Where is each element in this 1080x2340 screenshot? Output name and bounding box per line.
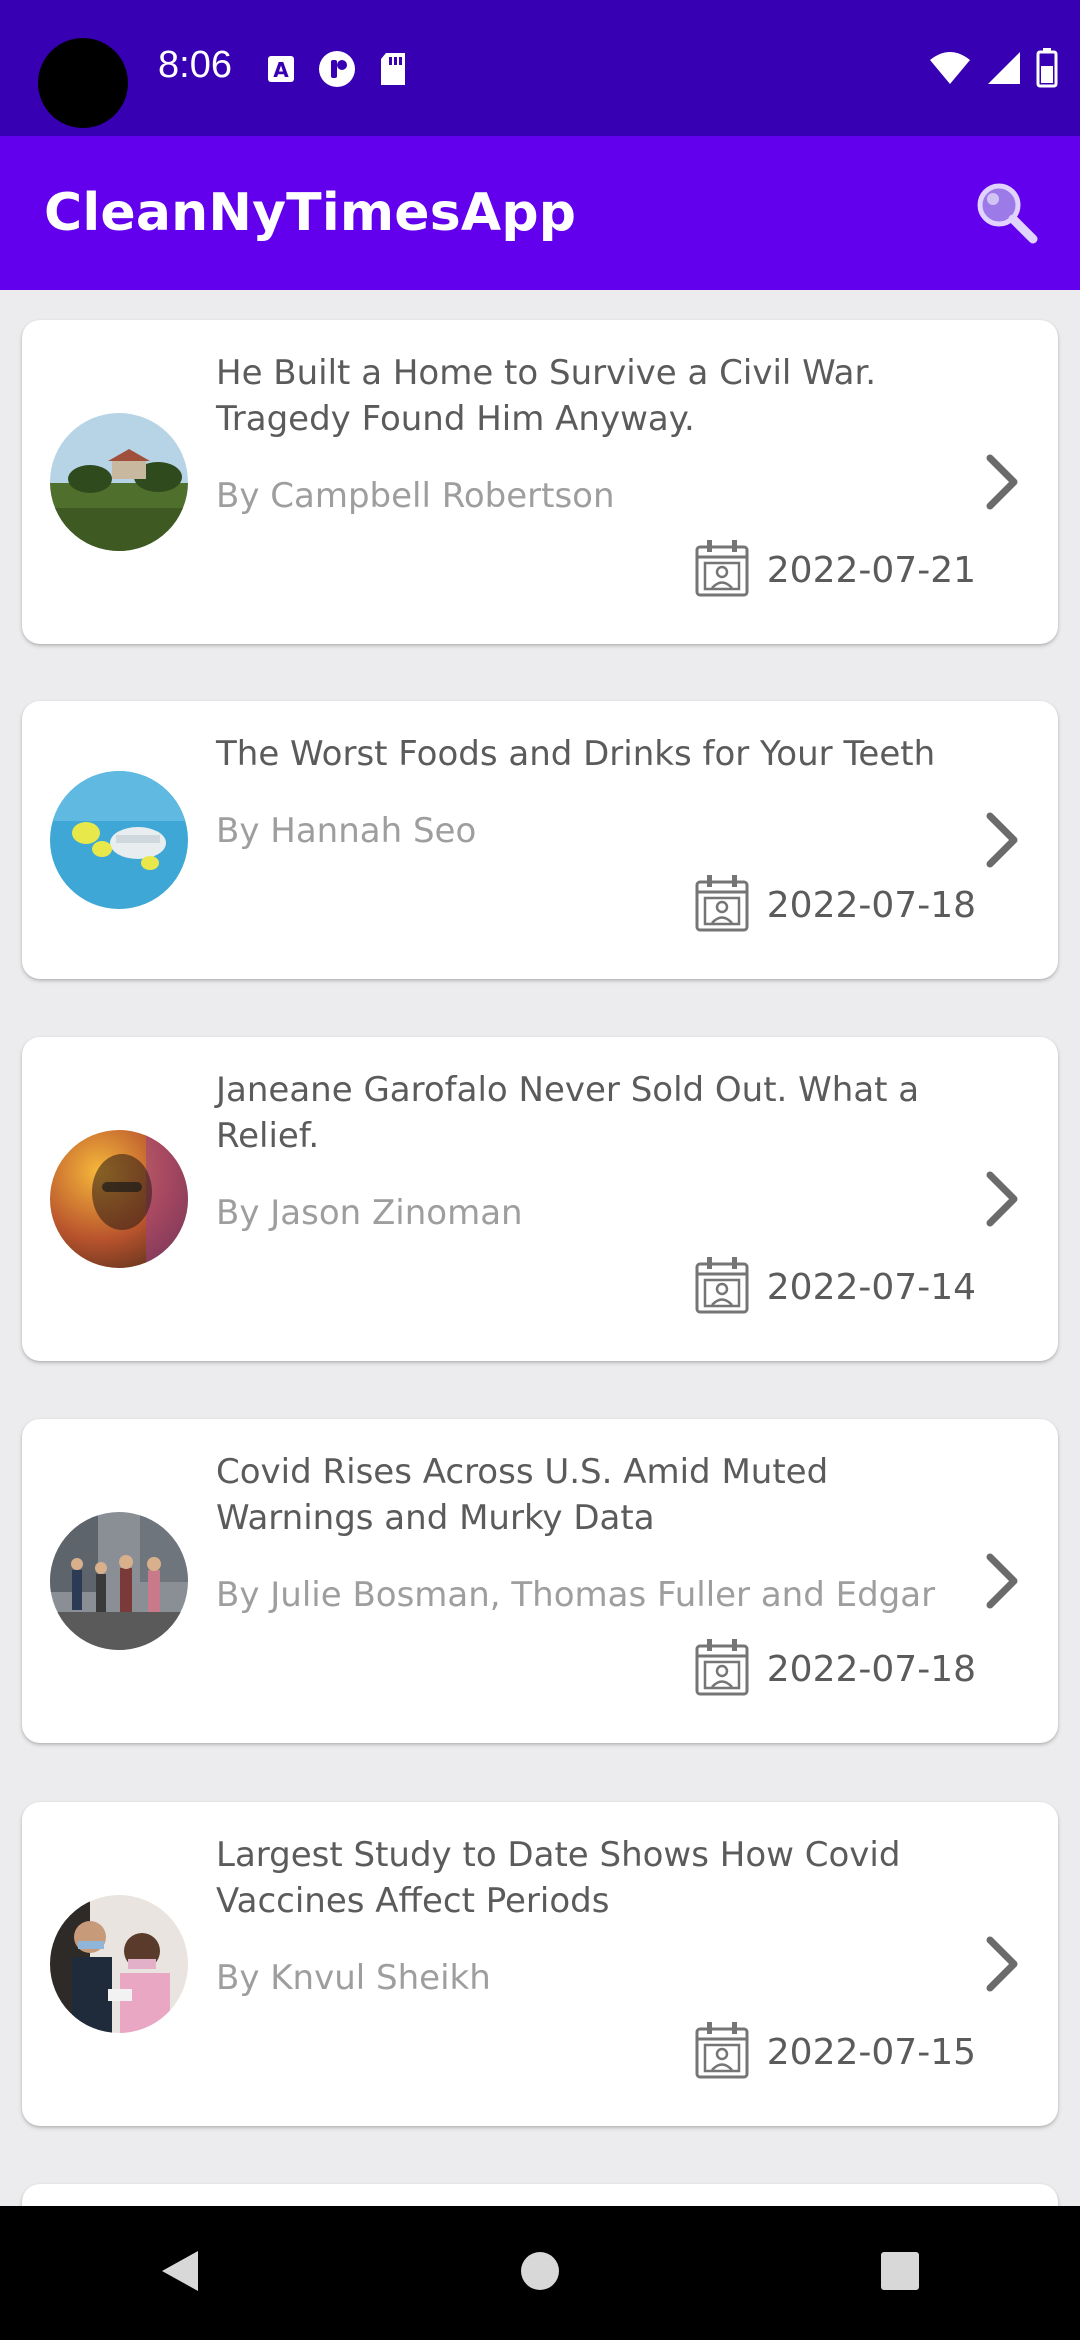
calendar-icon — [693, 2019, 751, 2086]
chevron-right-icon[interactable] — [982, 810, 1022, 870]
article-thumbnail — [50, 1895, 188, 2033]
article-card[interactable]: Largest Study to Date Shows How Covid Va… — [22, 1802, 1058, 2126]
calendar-icon — [693, 1254, 751, 1321]
paint-icon — [318, 50, 356, 93]
article-date: 2022-07-18 — [766, 1649, 976, 1690]
a-badge-icon: A — [266, 54, 296, 89]
article-thumbnail — [50, 1512, 188, 1650]
chevron-right-icon[interactable] — [982, 1551, 1022, 1611]
article-date: 2022-07-15 — [766, 2032, 976, 2073]
calendar-icon — [693, 1636, 751, 1703]
system-nav-bar — [0, 2206, 1080, 2340]
article-thumbnail — [50, 771, 188, 909]
recents-icon — [879, 2250, 921, 2297]
home-icon — [519, 2250, 561, 2297]
article-date-row: 2022-07-14 — [693, 1254, 976, 1321]
app-bar: CleanNyTimesApp — [0, 136, 1080, 290]
chevron-right-icon[interactable] — [982, 1934, 1022, 1994]
article-byline: By Jason Zinoman — [216, 1193, 523, 1233]
wifi-icon — [928, 50, 972, 91]
article-card[interactable]: Covid Rises Across U.S. Amid Muted Warni… — [22, 1419, 1058, 1743]
signal-icon — [986, 50, 1022, 91]
article-byline: By Julie Bosman, Thomas Fuller and Edgar — [216, 1575, 936, 1615]
article-card[interactable] — [22, 2184, 1058, 2206]
article-card[interactable]: He Built a Home to Survive a Civil War. … — [22, 320, 1058, 644]
calendar-icon — [693, 872, 751, 939]
app-title: CleanNyTimesApp — [44, 183, 577, 243]
camera-cutout — [38, 38, 128, 128]
search-button[interactable] — [966, 174, 1046, 254]
article-date: 2022-07-14 — [766, 1267, 976, 1308]
article-date-row: 2022-07-15 — [693, 2019, 976, 2086]
home-button[interactable] — [500, 2233, 580, 2313]
article-date: 2022-07-21 — [766, 550, 976, 591]
article-byline: By Campbell Robertson — [216, 476, 615, 516]
article-card[interactable]: Janeane Garofalo Never Sold Out. What a … — [22, 1037, 1058, 1361]
battery-icon — [1036, 48, 1058, 93]
article-list[interactable]: He Built a Home to Survive a Civil War. … — [0, 290, 1080, 2206]
article-date-row: 2022-07-21 — [693, 537, 976, 604]
chevron-right-icon[interactable] — [982, 1169, 1022, 1229]
back-icon — [158, 2247, 202, 2300]
back-button[interactable] — [140, 2233, 220, 2313]
article-thumbnail — [50, 413, 188, 551]
article-headline: He Built a Home to Survive a Civil War. … — [216, 353, 877, 439]
article-date-row: 2022-07-18 — [693, 872, 976, 939]
article-thumbnail — [50, 1130, 188, 1268]
article-headline: Largest Study to Date Shows How Covid Va… — [216, 1835, 901, 1921]
article-card[interactable]: The Worst Foods and Drinks for Your Teet… — [22, 701, 1058, 979]
article-headline: Covid Rises Across U.S. Amid Muted Warni… — [216, 1452, 829, 1538]
article-date: 2022-07-18 — [766, 885, 976, 926]
recents-button[interactable] — [860, 2233, 940, 2313]
article-date-row: 2022-07-18 — [693, 1636, 976, 1703]
sd-card-icon — [378, 51, 408, 92]
chevron-right-icon[interactable] — [982, 452, 1022, 512]
article-byline: By Hannah Seo — [216, 811, 477, 851]
article-headline: Janeane Garofalo Never Sold Out. What a … — [216, 1070, 920, 1156]
article-headline: The Worst Foods and Drinks for Your Teet… — [216, 734, 936, 774]
status-time: 8:06 — [158, 44, 232, 86]
search-icon — [973, 179, 1039, 250]
status-bar: 8:06 A — [0, 0, 1080, 136]
article-byline: By Knvul Sheikh — [216, 1958, 491, 1998]
calendar-icon — [693, 537, 751, 604]
svg-text:A: A — [273, 58, 289, 82]
